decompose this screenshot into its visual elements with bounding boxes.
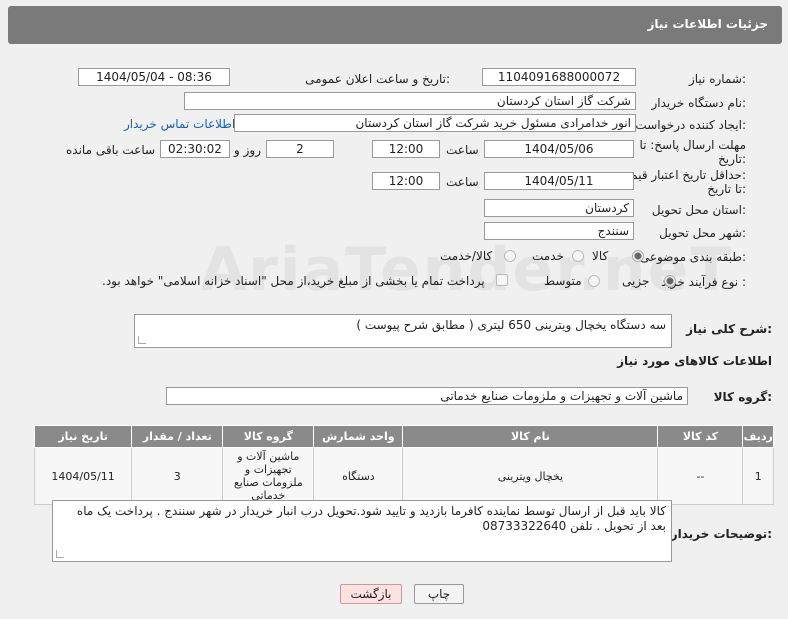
buyer-field: شرکت گاز استان کردستان <box>184 92 636 110</box>
buyer-notes-field: کالا باید قبل از ارسال توسط نماینده کافر… <box>52 500 672 562</box>
deadline-label-2: تاریخ: <box>718 152 746 166</box>
creator-label: ایجاد کننده درخواست: <box>635 118 746 132</box>
process-radio-minor[interactable] <box>664 275 676 287</box>
remaining-label: ساعت باقی مانده <box>66 143 156 157</box>
goods-group-field: ماشین آلات و تجهیزات و ملزومات صنایع خدم… <box>166 387 688 405</box>
category-option-goods-service: کالا/خدمت <box>440 249 493 263</box>
contact-buyer-link[interactable]: اطلاعات تماس خریدار <box>124 117 235 131</box>
category-label: طبقه بندی موضوعی: <box>639 250 746 264</box>
cell-name: یخچال ویترینی <box>402 447 659 505</box>
resize-handle[interactable] <box>138 336 146 344</box>
print-button[interactable]: چاپ <box>414 584 464 604</box>
cell-code: -- <box>657 447 744 505</box>
city-label: شهر محل تحویل: <box>659 226 746 240</box>
days-label: روز و <box>234 143 261 157</box>
goods-table: ردیف کد کالا نام کالا واحد شمارش گروه کا… <box>33 425 774 505</box>
buyer-notes-text: کالا باید قبل از ارسال توسط نماینده کافر… <box>76 504 666 533</box>
process-option-minor: جزیی <box>622 274 650 288</box>
province-label: استان محل تحویل: <box>651 203 746 217</box>
category-radio-service[interactable] <box>572 250 584 262</box>
price-date-field: 1404/05/11 <box>484 172 634 190</box>
announce-label: تاریخ و ساعت اعلان عمومی: <box>305 72 450 86</box>
cell-date: 1404/05/11 <box>33 447 133 505</box>
page-title: جزئیات اطلاعات نیاز <box>647 17 768 31</box>
col-group: گروه کالا <box>222 425 315 448</box>
goods-section-title: اطلاعات کالاهای مورد نیاز <box>617 354 772 368</box>
buyer-label: نام دستگاه خریدار: <box>651 96 747 110</box>
resize-handle[interactable] <box>56 550 64 558</box>
price-validity-label-1: حداقل تاریخ اعتبار قیمت: <box>619 168 746 182</box>
province-field: کردستان <box>484 199 634 217</box>
price-time-label: ساعت <box>446 175 479 189</box>
back-button[interactable]: بازگشت <box>340 584 402 604</box>
process-option-medium: متوسط <box>544 274 582 288</box>
cell-qty: 3 <box>131 447 224 505</box>
days-field: 2 <box>266 140 334 158</box>
deadline-label-1: مهلت ارسال پاسخ: تا <box>639 138 746 152</box>
remaining-time-field: 02:30:02 <box>160 140 230 158</box>
need-number-label: شماره نیاز: <box>688 72 746 86</box>
price-time-field: 12:00 <box>372 172 440 190</box>
cell-unit: دستگاه <box>313 447 404 505</box>
col-name: نام کالا <box>402 425 659 448</box>
col-row: ردیف <box>742 425 774 448</box>
description-label: شرح کلی نیاز: <box>686 322 772 336</box>
col-date: تاریخ نیاز <box>33 425 133 448</box>
deadline-time-label: ساعت <box>446 143 479 157</box>
announce-field: 1404/05/04 - 08:36 <box>78 68 230 86</box>
treasury-checkbox[interactable] <box>496 274 508 286</box>
city-field: سنندج <box>484 222 634 240</box>
goods-table-header: ردیف کد کالا نام کالا واحد شمارش گروه کا… <box>33 425 774 448</box>
creator-field: انور خدامرادی مسئول خرید شرکت گاز استان … <box>234 114 636 132</box>
category-radio-goods[interactable] <box>632 250 644 262</box>
description-text: سه دستگاه یخچال ویترینی 650 لیتری ( مطاب… <box>356 318 666 332</box>
description-field: سه دستگاه یخچال ویترینی 650 لیتری ( مطاب… <box>134 314 672 348</box>
table-row: 1 -- یخچال ویترینی دستگاه ماشین آلات و ت… <box>33 447 774 505</box>
price-validity-label-2: تا تاریخ: <box>707 182 746 196</box>
need-number-field: 1104091688000072 <box>482 68 636 86</box>
col-code: کد کالا <box>657 425 744 448</box>
cell-row: 1 <box>742 447 774 505</box>
process-radio-medium[interactable] <box>588 275 600 287</box>
buyer-notes-label: توضیحات خریدار: <box>670 527 772 541</box>
col-unit: واحد شمارش <box>313 425 404 448</box>
category-radio-goods-service[interactable] <box>504 250 516 262</box>
process-note: پرداخت تمام یا بخشی از مبلغ خرید،از محل … <box>102 274 485 288</box>
col-qty: تعداد / مقدار <box>131 425 224 448</box>
goods-group-label: گروه کالا: <box>713 390 772 404</box>
page-header: جزئیات اطلاعات نیاز <box>8 6 782 44</box>
cell-group: ماشین آلات و تجهیزات و ملزومات صنایع خدم… <box>222 447 315 505</box>
category-option-goods: کالا <box>592 249 609 263</box>
deadline-time-field: 12:00 <box>372 140 440 158</box>
deadline-date-field: 1404/05/06 <box>484 140 634 158</box>
category-option-service: خدمت <box>532 249 564 263</box>
